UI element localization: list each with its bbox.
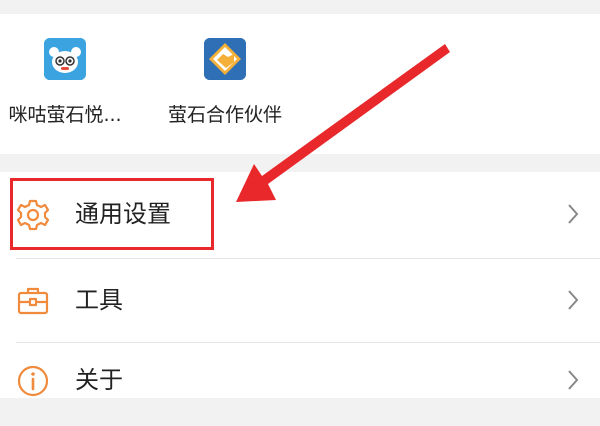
top-spacer xyxy=(0,0,600,14)
chevron-right-icon xyxy=(566,368,580,392)
handshake-icon xyxy=(204,38,246,80)
toolbox-icon xyxy=(16,284,50,318)
section-gap xyxy=(0,154,600,172)
menu-item-label: 关于 xyxy=(75,366,123,394)
annotation-highlight-box xyxy=(10,178,214,250)
app-migu[interactable]: 咪咕萤石悦... xyxy=(0,38,150,127)
chevron-right-icon xyxy=(566,288,580,312)
app-label: 咪咕萤石悦... xyxy=(8,104,122,126)
chevron-right-icon xyxy=(566,202,580,226)
info-icon xyxy=(16,364,50,398)
menu-item-about[interactable]: 关于 xyxy=(0,342,600,426)
apps-section: 咪咕萤石悦... 萤石合作伙伴 xyxy=(0,14,600,154)
app-partner[interactable]: 萤石合作伙伴 xyxy=(140,38,310,127)
migu-mascot-icon xyxy=(44,38,86,80)
menu-item-label: 工具 xyxy=(75,286,123,314)
app-label: 萤石合作伙伴 xyxy=(167,104,282,126)
menu-item-tools[interactable]: 工具 xyxy=(0,258,600,342)
